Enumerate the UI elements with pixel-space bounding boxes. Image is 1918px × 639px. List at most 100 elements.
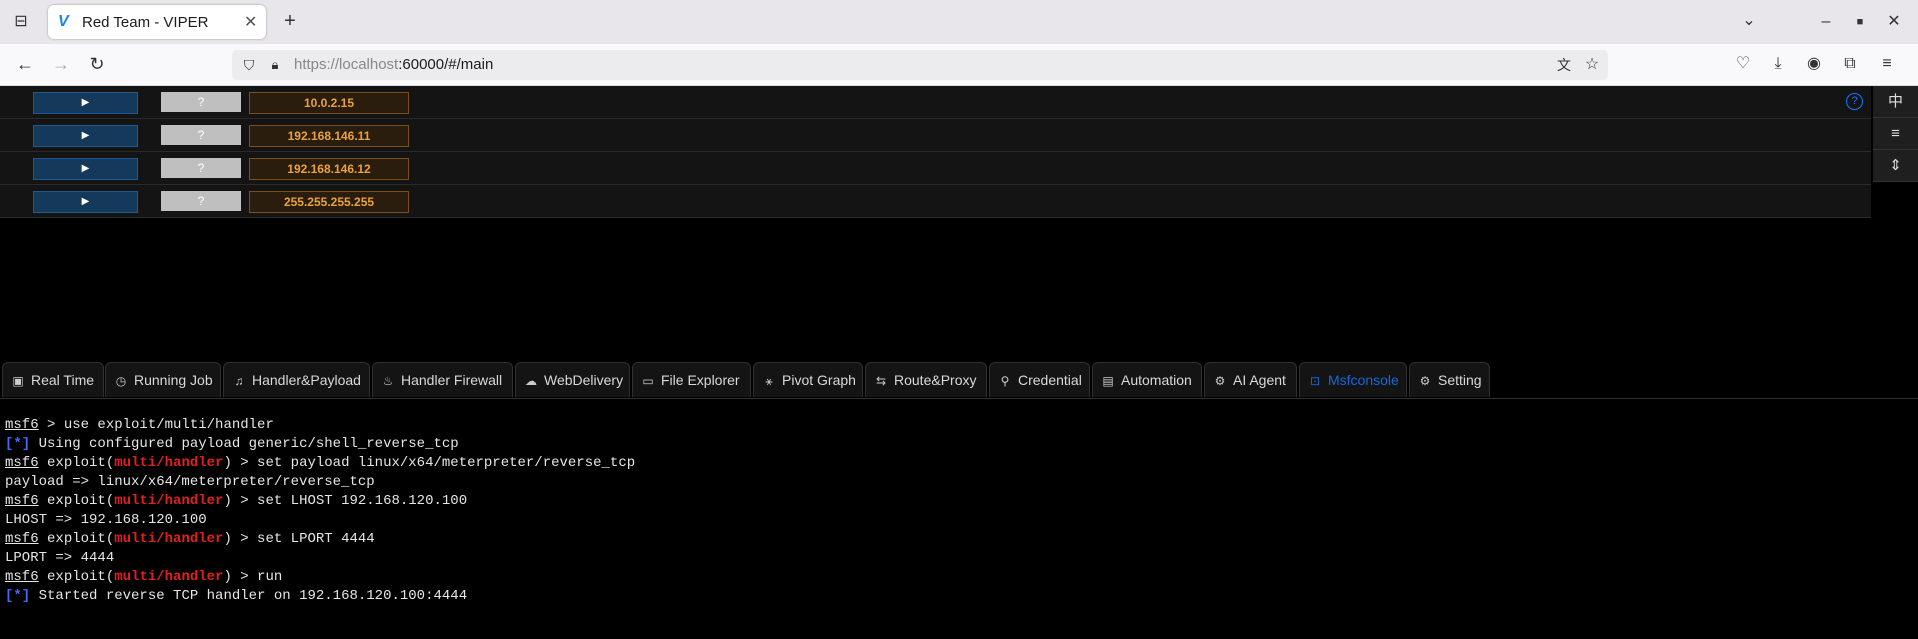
tab-file-explorer[interactable]: ▭ File Explorer (632, 362, 751, 397)
tab-handler-payload[interactable]: ♫ Handler&Payload (223, 362, 370, 397)
tab-msfconsole[interactable]: ⊡ Msfconsole (1299, 362, 1407, 397)
command-text: > use exploit/multi/handler (38, 417, 274, 433)
os-badge: ? (161, 125, 241, 145)
console-line: [*] Using configured payload generic/she… (5, 435, 635, 454)
account-icon[interactable]: ◉ (1804, 54, 1824, 74)
robot-icon: ▤ (1102, 374, 1114, 388)
tab-route-proxy[interactable]: ⇆ Route&Proxy (865, 362, 987, 397)
tab-automation[interactable]: ▤ Automation (1092, 362, 1202, 397)
shield-icon[interactable]: ⛉ (240, 55, 258, 75)
host-row: ▶ ? 10.0.2.15 (0, 86, 1871, 119)
star-icon[interactable]: ☆ (1582, 55, 1602, 75)
output-text: LPORT => 4444 (5, 550, 115, 566)
console-line: msf6 exploit(multi/handler) > set LPORT … (5, 530, 635, 549)
expand-button[interactable]: ▶ (33, 158, 138, 180)
tab-running-job[interactable]: ◷ Running Job (105, 362, 221, 397)
console-line: msf6 exploit(multi/handler) > set LHOST … (5, 492, 635, 511)
tab-label: Msfconsole (1328, 372, 1399, 388)
reload-icon[interactable]: ↻ (86, 54, 108, 74)
tab-real-time[interactable]: ▣ Real Time (2, 362, 104, 397)
command-text: ) > set payload linux/x64/meterpreter/re… (223, 455, 636, 471)
pocket-icon[interactable]: ♡ (1733, 54, 1753, 74)
tab-label: WebDelivery (544, 372, 624, 388)
browser-tab-bar: ⊟ V Red Team - VIPER ✕ + ⌄ – ■ ✕ (0, 0, 1918, 44)
graph-icon: ⚹ (765, 374, 773, 388)
dashboard-icon: ▣ (12, 374, 24, 388)
tab-pivot-graph[interactable]: ⚹ Pivot Graph (753, 362, 863, 397)
lock-icon[interactable]: 🔒︎ (266, 55, 284, 75)
back-icon[interactable]: ← (14, 54, 36, 74)
new-tab-icon[interactable]: + (280, 11, 300, 31)
prompt: msf6 (5, 455, 39, 471)
tab-ai-agent[interactable]: ⚙ AI Agent (1204, 362, 1297, 397)
resize-vertical-button[interactable]: ⇕ (1873, 150, 1918, 182)
os-badge: ? (161, 92, 241, 112)
os-badge: ? (161, 158, 241, 178)
url-text: https://localhost:60000/#/main (294, 56, 494, 73)
forward-icon[interactable]: → (50, 54, 72, 74)
expand-button[interactable]: ▶ (33, 92, 138, 114)
folder-icon: ▭ (642, 374, 654, 388)
expand-button[interactable]: ▶ (33, 191, 138, 213)
ip-address[interactable]: 192.168.146.11 (249, 125, 409, 147)
exploit-label: exploit( (38, 531, 115, 547)
key-icon: ⚲ (1000, 374, 1010, 388)
ai-icon: ⚙ (1214, 374, 1226, 388)
maximize-icon[interactable]: ■ (1850, 12, 1870, 32)
module-name: multi/handler (114, 569, 224, 585)
tab-label: Automation (1121, 372, 1192, 388)
language-toggle-button[interactable]: 中 (1873, 86, 1918, 118)
info-text: Using configured payload generic/shell_r… (30, 436, 459, 452)
tab-setting[interactable]: ⚙ Setting (1409, 362, 1490, 397)
output-text: LHOST => 192.168.120.100 (5, 512, 207, 528)
tab-handler-firewall[interactable]: ♨ Handler Firewall (372, 362, 513, 397)
ip-address[interactable]: 192.168.146.12 (249, 158, 409, 180)
fire-icon: ♨ (382, 374, 394, 388)
download-icon[interactable]: ⤓ (1768, 54, 1788, 74)
exploit-label: exploit( (38, 455, 115, 471)
module-tabs: ▣ Real Time ◷ Running Job ♫ Handler&Payload… (0, 360, 1918, 399)
msfconsole-output[interactable]: msf6 > use exploit/multi/handler [*] Usin… (5, 416, 635, 606)
browser-tab[interactable]: V Red Team - VIPER ✕ (48, 5, 266, 39)
host-row: ▶ ? 255.255.255.255 (0, 185, 1871, 218)
console-line: msf6 exploit(multi/handler) > set payloa… (5, 454, 635, 473)
prompt: msf6 (5, 569, 39, 585)
module-name: multi/handler (114, 531, 224, 547)
tab-label: Route&Proxy (894, 372, 977, 388)
console-line: LPORT => 4444 (5, 549, 635, 568)
headphones-icon: ♫ (234, 374, 244, 388)
help-icon[interactable]: ? (1846, 93, 1863, 110)
tab-credential[interactable]: ⚲ Credential (989, 362, 1090, 397)
browser-nav-bar: ← → ↻ ⛉ 🔒︎ https://localhost:60000/#/mai… (0, 44, 1918, 86)
extensions-icon[interactable]: ⧉ (1840, 54, 1860, 74)
address-bar[interactable]: ⛉ 🔒︎ https://localhost:60000/#/main 文 ☆ (232, 50, 1608, 80)
console-line: payload => linux/x64/meterpreter/reverse… (5, 473, 635, 492)
translate-icon[interactable]: 文 (1554, 55, 1574, 75)
ip-address[interactable]: 255.255.255.255 (249, 191, 409, 213)
close-tab-icon[interactable]: ✕ (244, 12, 266, 32)
host-row: ▶ ? 192.168.146.12 (0, 152, 1871, 185)
window-close-icon[interactable]: ✕ (1884, 12, 1904, 32)
clock-icon: ◷ (115, 374, 127, 388)
prompt: msf6 (5, 417, 39, 433)
info-text: Started reverse TCP handler on 192.168.1… (30, 588, 468, 604)
tab-webdelivery[interactable]: ☁ WebDelivery (515, 362, 630, 397)
command-text: ) > set LPORT 4444 (223, 531, 375, 547)
align-left-button[interactable]: ≡ (1873, 118, 1918, 150)
tab-label: Real Time (31, 372, 95, 388)
tab-label: Handler&Payload (252, 372, 361, 388)
command-text: ) > run (223, 569, 283, 585)
menu-icon[interactable]: ≡ (1877, 54, 1897, 74)
module-name: multi/handler (114, 455, 224, 471)
chevron-down-icon[interactable]: ⌄ (1738, 11, 1760, 31)
ip-address[interactable]: 10.0.2.15 (249, 92, 409, 114)
module-name: multi/handler (114, 493, 224, 509)
prompt: msf6 (5, 531, 39, 547)
expand-button[interactable]: ▶ (33, 125, 138, 147)
cloud-icon: ☁ (525, 374, 537, 388)
viper-favicon-icon: V (58, 13, 69, 30)
tab-list-icon[interactable]: ⊟ (10, 12, 32, 32)
prompt: msf6 (5, 493, 39, 509)
tab-label: File Explorer (661, 372, 740, 388)
minimize-icon[interactable]: – (1816, 12, 1836, 32)
